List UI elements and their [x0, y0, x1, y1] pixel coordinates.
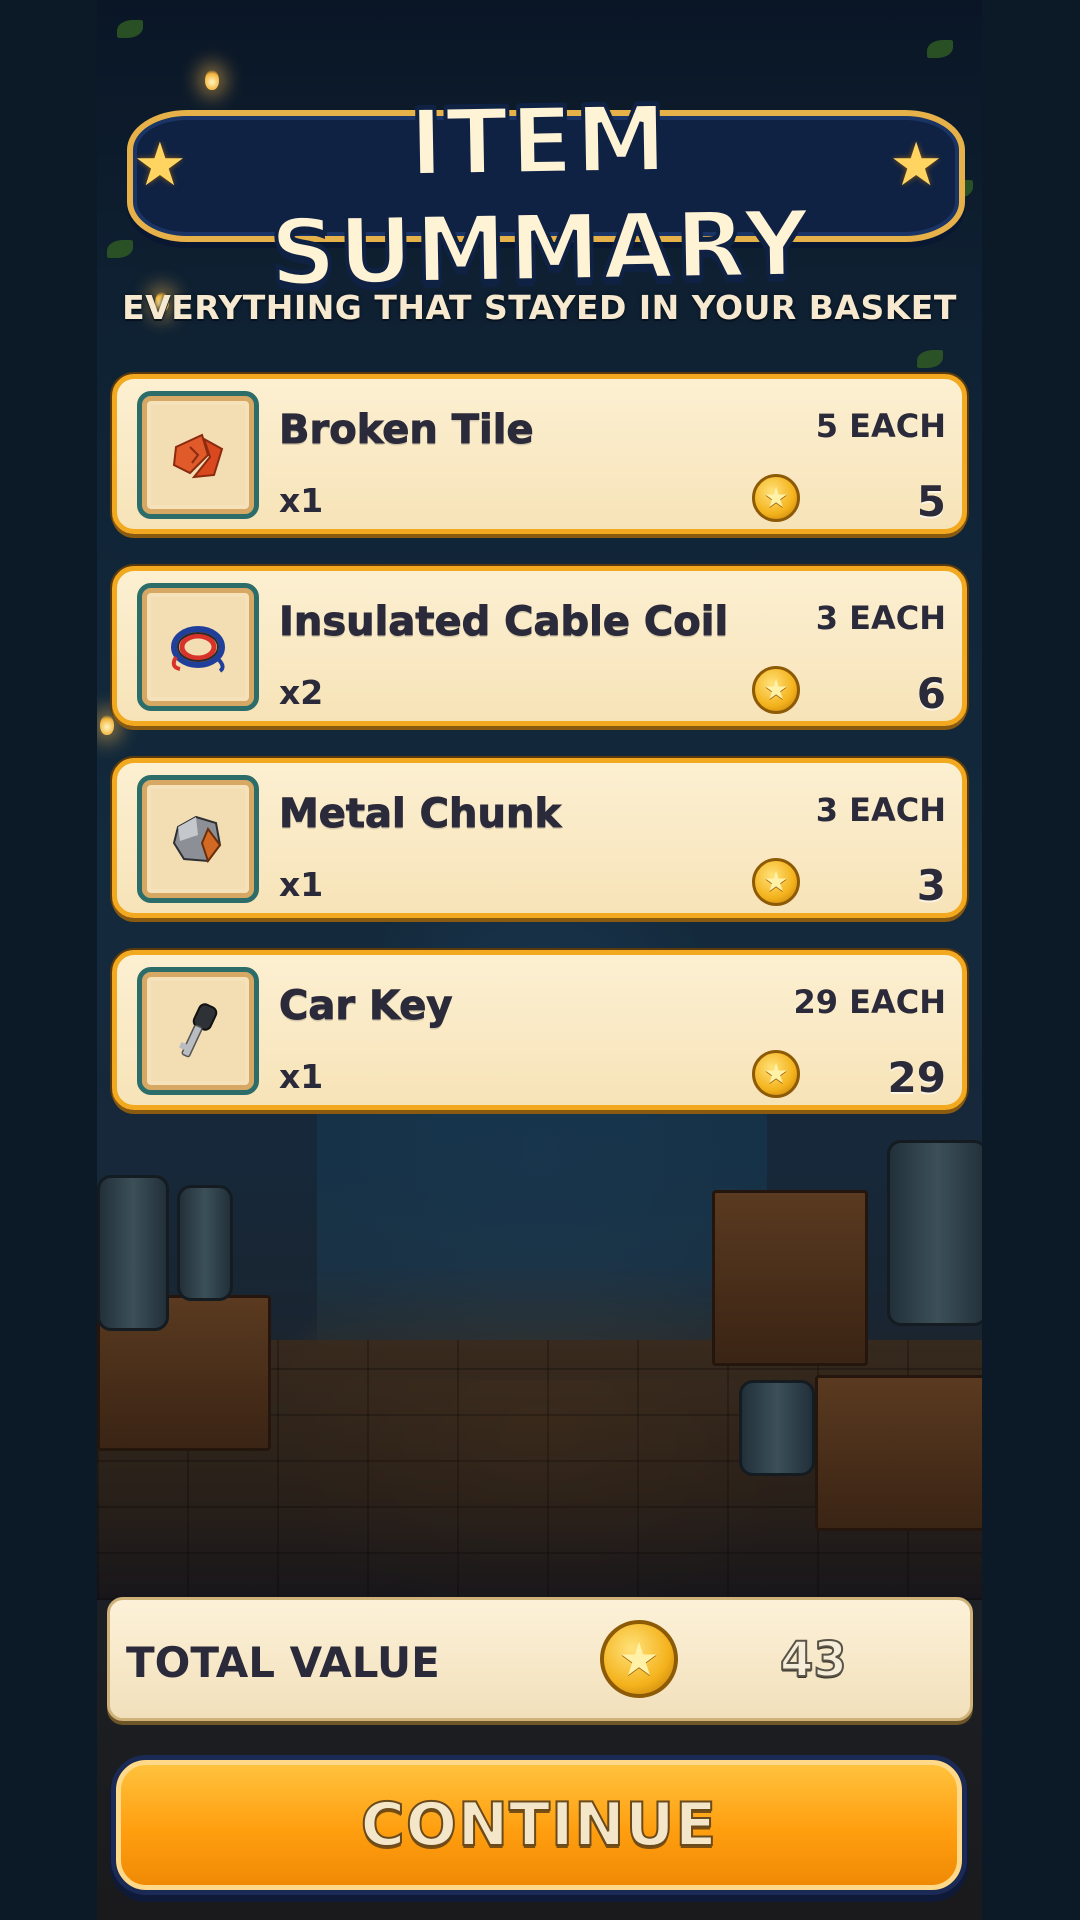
bucket-right	[739, 1380, 815, 1476]
item-row[interactable]: Insulated Cable Coil x2 3 EACH ★ 6	[112, 566, 967, 726]
crate-right-low	[815, 1375, 982, 1531]
total-value-amount: 43	[779, 1631, 848, 1689]
jar-left	[177, 1185, 233, 1301]
item-unit-price: 29 EACH	[793, 983, 946, 1021]
item-unit-price: 3 EACH	[815, 599, 946, 637]
gold-star-coin-icon: ★	[752, 1050, 800, 1098]
item-thumbnail	[137, 583, 259, 711]
item-thumbnail	[137, 391, 259, 519]
title-banner-group: ★ ★ ITEM SUMMARY	[127, 70, 965, 309]
item-name: Metal Chunk	[278, 791, 562, 838]
item-total-value: 29	[887, 1053, 946, 1102]
gold-star-coin-icon: ★	[752, 666, 800, 714]
item-row[interactable]: Car Key x1 29 EACH ★ 29	[112, 950, 967, 1110]
gold-star-coin-icon: ★	[600, 1620, 678, 1698]
total-value-label: TOTAL VALUE	[126, 1638, 440, 1687]
item-thumbnail	[137, 967, 259, 1095]
cable-coil-icon	[171, 626, 225, 673]
car-key-icon	[179, 1003, 218, 1058]
jar-right	[887, 1140, 982, 1326]
item-row[interactable]: Metal Chunk x1 3 EACH ★ 3	[112, 758, 967, 918]
item-total-value: 3	[916, 861, 946, 910]
continue-button[interactable]: CONTINUE	[116, 1760, 962, 1890]
item-unit-price: 5 EACH	[815, 407, 946, 445]
item-thumbnail	[137, 775, 259, 903]
vine-leaf	[917, 350, 943, 368]
item-name: Car Key	[279, 983, 453, 1030]
metal-chunk-icon	[172, 815, 222, 864]
barrel-left	[97, 1175, 169, 1331]
vine-leaf	[927, 40, 953, 58]
item-row[interactable]: Broken Tile x1 5 EACH ★ 5	[112, 374, 967, 534]
item-name: Insulated Cable Coil	[278, 599, 729, 646]
item-unit-price: 3 EACH	[815, 791, 946, 829]
item-quantity: x1	[279, 481, 324, 520]
gold-star-coin-icon: ★	[752, 858, 800, 906]
total-value-bar: TOTAL VALUE ★ 43	[107, 1597, 973, 1721]
item-name: Broken Tile	[279, 407, 535, 454]
item-quantity: x1	[279, 865, 324, 904]
item-list: Broken Tile x1 5 EACH ★ 5 Insulated Cabl…	[112, 374, 967, 1142]
page-subtitle: EVERYTHING THAT STAYED IN YOUR BASKET	[122, 288, 957, 327]
item-quantity: x2	[279, 673, 324, 712]
broken-tile-icon	[172, 433, 224, 479]
page-title: ITEM SUMMARY	[267, 84, 814, 309]
item-total-value: 6	[916, 669, 946, 718]
item-quantity: x1	[279, 1057, 324, 1096]
continue-button-label: CONTINUE	[360, 1789, 718, 1861]
vine-leaf	[117, 20, 143, 38]
crate-right	[712, 1190, 868, 1366]
gold-star-coin-icon: ★	[752, 474, 800, 522]
item-total-value: 5	[916, 477, 946, 526]
